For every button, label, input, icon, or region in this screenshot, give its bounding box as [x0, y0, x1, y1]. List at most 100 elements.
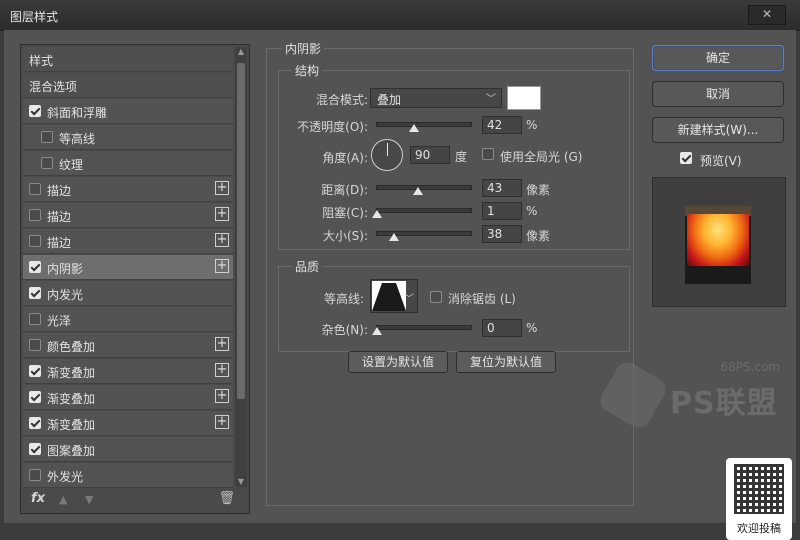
style-enable-checkbox[interactable] — [29, 443, 41, 455]
add-effect-icon[interactable]: + — [215, 233, 229, 247]
distance-input[interactable]: 43 — [482, 179, 522, 197]
opacity-input[interactable]: 42 — [482, 116, 522, 134]
contour-preview-icon — [372, 281, 406, 311]
style-enable-checkbox[interactable] — [41, 157, 53, 169]
styles-list-item[interactable]: 颜色叠加 + — [23, 333, 233, 358]
angle-dial[interactable] — [371, 139, 403, 171]
add-effect-icon[interactable]: + — [215, 207, 229, 221]
styles-list-item[interactable]: 斜面和浮雕 — [23, 99, 233, 124]
style-enable-checkbox[interactable] — [29, 417, 41, 429]
layer-style-dialog: 样式 混合选项 斜面和浮雕 等高线 纹理 描边 + 描边 + 描边 + 内阴影 + 内发光 光泽 颜色叠加 + 渐… — [4, 30, 796, 540]
style-preview — [652, 177, 786, 307]
add-effect-icon[interactable]: + — [215, 259, 229, 273]
styles-list-item[interactable]: 渐变叠加 + — [23, 411, 233, 436]
add-effect-icon[interactable]: + — [215, 415, 229, 429]
style-enable-checkbox[interactable] — [29, 469, 41, 481]
styles-list-item-label: 描边 — [47, 184, 72, 198]
styles-list-item[interactable]: 纹理 — [23, 151, 233, 176]
styles-list-item-label: 内阴影 — [47, 262, 84, 276]
angle-input[interactable]: 90 — [410, 146, 450, 164]
styles-list-item[interactable]: 描边 + — [23, 229, 233, 254]
styles-list-item[interactable]: 描边 + — [23, 203, 233, 228]
styles-list-item[interactable]: 样式 — [23, 47, 233, 72]
close-button[interactable]: ✕ — [748, 5, 786, 25]
style-enable-checkbox[interactable] — [29, 209, 41, 221]
styles-list-item-label: 渐变叠加 — [47, 392, 96, 406]
contour-picker[interactable]: ﹀ — [370, 279, 418, 313]
style-enable-checkbox[interactable] — [29, 105, 41, 117]
qr-code-icon — [734, 464, 784, 514]
styles-list-item[interactable]: 外发光 — [23, 463, 233, 488]
distance-slider[interactable] — [376, 183, 472, 195]
style-enable-checkbox[interactable] — [29, 235, 41, 247]
style-enable-checkbox[interactable] — [29, 313, 41, 325]
styles-list-item-label: 混合选项 — [29, 80, 78, 94]
styles-list-panel: 样式 混合选项 斜面和浮雕 等高线 纹理 描边 + 描边 + 描边 + 内阴影 + 内发光 光泽 颜色叠加 + 渐… — [20, 44, 250, 514]
structure-title: 结构 — [292, 62, 323, 79]
trash-icon[interactable]: 🗑 — [218, 491, 235, 506]
global-light-checkbox[interactable] — [482, 148, 494, 160]
angle-dial-needle — [387, 143, 388, 156]
move-up-icon[interactable]: ▲ — [59, 493, 67, 506]
style-enable-checkbox[interactable] — [29, 391, 41, 403]
style-enable-checkbox[interactable] — [41, 131, 53, 143]
choke-slider[interactable] — [372, 206, 472, 218]
blend-mode-select[interactable]: 叠加 ﹀ — [370, 88, 502, 108]
opacity-slider-knob[interactable] — [409, 124, 419, 132]
watermark-logo-text: PS联盟 — [670, 386, 778, 421]
styles-list-item[interactable]: 等高线 — [23, 125, 233, 150]
fx-menu-button[interactable]: fx — [31, 491, 45, 506]
add-effect-icon[interactable]: + — [215, 181, 229, 195]
ok-button[interactable]: 确定 — [652, 45, 784, 71]
cancel-button[interactable]: 取消 — [652, 81, 784, 107]
blend-mode-value: 叠加 — [377, 93, 402, 107]
styles-list-scrollbar[interactable]: ▲ ▼ — [235, 47, 247, 487]
move-down-icon[interactable]: ▼ — [85, 493, 93, 506]
styles-list-item[interactable]: 渐变叠加 + — [23, 359, 233, 384]
noise-input[interactable]: 0 — [482, 319, 522, 337]
style-enable-checkbox[interactable] — [29, 365, 41, 377]
style-enable-checkbox[interactable] — [29, 339, 41, 351]
inner-shadow-settings: 内阴影 结构 混合模式: 叠加 ﹀ 不透明度(O): 42 % 角度(A): 9… — [258, 38, 638, 512]
antialias-checkbox[interactable] — [430, 291, 442, 303]
distance-slider-track — [376, 185, 472, 190]
add-effect-icon[interactable]: + — [215, 363, 229, 377]
set-default-button[interactable]: 设置为默认值 — [348, 351, 448, 373]
choke-slider-knob[interactable] — [372, 210, 382, 218]
new-style-button[interactable]: 新建样式(W)... — [652, 117, 784, 143]
noise-slider-knob[interactable] — [372, 327, 382, 335]
scroll-up-icon[interactable]: ▲ — [236, 47, 246, 57]
choke-input[interactable]: 1 — [482, 202, 522, 220]
styles-list-item[interactable]: 内阴影 + — [23, 255, 233, 280]
styles-list-item[interactable]: 描边 + — [23, 177, 233, 202]
styles-list-item[interactable]: 渐变叠加 + — [23, 385, 233, 410]
styles-list-item[interactable]: 光泽 — [23, 307, 233, 332]
style-enable-checkbox[interactable] — [29, 287, 41, 299]
size-slider-knob[interactable] — [389, 233, 399, 241]
size-input[interactable]: 38 — [482, 225, 522, 243]
angle-label: 角度(A): — [322, 151, 368, 165]
add-effect-icon[interactable]: + — [215, 389, 229, 403]
style-enable-checkbox[interactable] — [29, 183, 41, 195]
opacity-slider[interactable] — [376, 120, 472, 132]
styles-list-item-label: 颜色叠加 — [47, 340, 96, 354]
distance-slider-knob[interactable] — [413, 187, 423, 195]
styles-list-item[interactable]: 图案叠加 — [23, 437, 233, 462]
contour-label: 等高线: — [323, 292, 364, 306]
styles-list-item-label: 纹理 — [59, 158, 84, 172]
shadow-color-swatch[interactable] — [507, 86, 541, 110]
styles-list-item-label: 样式 — [29, 54, 54, 68]
scroll-thumb[interactable] — [237, 63, 245, 399]
preview-fill — [687, 214, 749, 266]
styles-list-item[interactable]: 混合选项 — [23, 73, 233, 98]
reset-default-button[interactable]: 复位为默认值 — [456, 351, 556, 373]
size-slider[interactable] — [376, 229, 472, 241]
chevron-down-icon: ﹀ — [404, 294, 414, 305]
scroll-down-icon[interactable]: ▼ — [236, 477, 246, 487]
preview-checkbox[interactable] — [680, 152, 692, 164]
noise-slider[interactable] — [372, 323, 472, 335]
style-enable-checkbox[interactable] — [29, 261, 41, 273]
add-effect-icon[interactable]: + — [215, 337, 229, 351]
styles-list-item[interactable]: 内发光 — [23, 281, 233, 306]
noise-slider-track — [376, 325, 472, 330]
